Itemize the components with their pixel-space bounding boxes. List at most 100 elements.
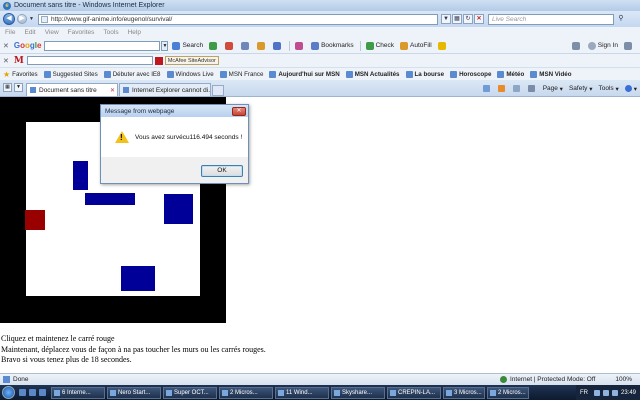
siteadvisor-button[interactable]: McAfee SiteAdvisor	[164, 56, 219, 65]
mcafee-search-icon[interactable]	[154, 56, 163, 65]
clock[interactable]: 23:49	[621, 390, 636, 396]
pencil-icon[interactable]	[437, 41, 448, 50]
google-search-button[interactable]: Search	[172, 41, 203, 50]
fav-msn-actualites[interactable]: MSN Actualités	[345, 70, 400, 78]
dialog-message: Vous avez survécu116.494 seconds !	[135, 133, 243, 141]
search-icon[interactable]: ⚲	[616, 14, 626, 24]
address-dropdown-icon[interactable]: ▼	[440, 14, 451, 24]
tab-ie-cannot-display[interactable]: Internet Explorer cannot di...	[119, 83, 211, 96]
dialog-body: ! Vous avez survécu116.494 seconds !	[101, 117, 248, 157]
menu-help[interactable]: Help	[128, 29, 141, 36]
page-icon	[40, 15, 48, 23]
favorites-star-icon[interactable]: ★	[3, 70, 10, 79]
ok-button[interactable]: OK	[201, 165, 243, 177]
stop-icon[interactable]: ✕	[473, 14, 484, 24]
tab-list-icon[interactable]: ▼	[14, 83, 23, 92]
taskbar-item[interactable]: 2 Micros...	[487, 386, 529, 399]
status-text: Done	[13, 376, 29, 383]
taskbar-item[interactable]: 6 Interne...	[51, 386, 105, 399]
taskbar-item[interactable]: 3 Micros...	[443, 386, 485, 399]
address-bar[interactable]: http://www.gif-anime.info/eugenol/surviv…	[37, 13, 438, 25]
taskbar-item[interactable]: 11 Wind...	[275, 386, 329, 399]
sign-in-icon	[587, 41, 596, 50]
taskbar-item[interactable]: Nero Start...	[107, 386, 161, 399]
toolbar-icon-1[interactable]	[209, 41, 219, 50]
safety-menu[interactable]: Safety ▾	[569, 85, 593, 93]
check-button[interactable]: Check	[365, 41, 394, 50]
toolbar-icon-5[interactable]	[273, 41, 283, 50]
game-instructions: Cliquez et maintenez le carré rouge Main…	[1, 334, 266, 366]
window-title: Document sans titre - Windows Internet E…	[14, 2, 165, 9]
new-tab-button[interactable]	[212, 85, 224, 96]
autofill-button[interactable]: AutoFill	[400, 41, 432, 50]
quicklaunch-icon[interactable]	[29, 389, 36, 396]
quicklaunch-icon[interactable]	[39, 389, 46, 396]
menu-file[interactable]: File	[5, 29, 15, 36]
fav-debuter-ie8[interactable]: Débuter avec IE8	[103, 70, 161, 78]
close-tab-icon[interactable]: ✕	[110, 87, 115, 94]
toolbar-icon-4[interactable]	[257, 41, 267, 50]
back-arrow-icon[interactable]: ◀	[3, 13, 15, 25]
menu-favorites[interactable]: Favorites	[68, 29, 95, 36]
taskbar-item[interactable]: Super OCT...	[163, 386, 217, 399]
settings-wrench-icon[interactable]	[571, 41, 582, 50]
help-icon[interactable]: ▾	[624, 85, 637, 93]
fav-windows-live[interactable]: Windows Live	[166, 70, 214, 78]
address-text[interactable]: http://www.gif-anime.info/eugenol/surviv…	[51, 16, 437, 23]
toolbar-options-icon[interactable]	[624, 41, 634, 50]
dialog-close-icon[interactable]: ✕	[232, 106, 246, 116]
fav-msn-france[interactable]: MSN France	[219, 70, 263, 78]
google-search-input[interactable]	[44, 40, 161, 51]
spellcheck-icon	[365, 41, 374, 50]
fav-la-bourse[interactable]: La bourse	[405, 70, 444, 78]
fav-suggested-sites[interactable]: Suggested Sites	[43, 70, 98, 78]
start-button[interactable]	[2, 386, 15, 399]
favorites-button[interactable]: Favorites	[12, 71, 37, 78]
taskbar-item[interactable]: 2 Micros...	[219, 386, 273, 399]
search-icon	[172, 41, 181, 50]
tab-document-sans-titre[interactable]: Document sans titre ✕	[26, 83, 118, 96]
red-player-square[interactable]	[25, 210, 45, 230]
security-zone[interactable]: Internet | Protected Mode: Off	[499, 376, 595, 383]
live-search-input[interactable]: Live Search	[487, 13, 614, 25]
taskbar-item[interactable]: CREPIN-LA...	[387, 386, 441, 399]
mail-icon[interactable]	[512, 85, 522, 92]
page-menu[interactable]: Page ▾	[543, 85, 563, 93]
mcafee-search-input[interactable]	[26, 56, 153, 65]
close-toolbar-icon[interactable]: ✕	[3, 42, 9, 50]
toolbar-icon-3[interactable]	[241, 41, 251, 50]
menu-edit[interactable]: Edit	[24, 29, 35, 36]
forward-arrow-icon[interactable]: ▶	[17, 14, 27, 24]
tray-icon[interactable]	[593, 389, 600, 396]
tools-menu[interactable]: Tools ▾	[598, 85, 618, 93]
page-icon	[405, 70, 413, 78]
quicklaunch-icon[interactable]	[19, 389, 26, 396]
home-icon[interactable]	[482, 85, 492, 92]
refresh-icon[interactable]: ↻	[462, 14, 473, 24]
fav-aujourdhui-msn[interactable]: Aujourd'hui sur MSN	[269, 70, 340, 78]
page-icon	[497, 70, 505, 78]
toolbar-icon-6[interactable]	[295, 41, 305, 50]
tray-icon[interactable]	[611, 389, 618, 396]
bookmarks-button[interactable]: Bookmarks	[311, 41, 354, 50]
compatibility-view-icon[interactable]: ▦	[451, 14, 462, 24]
toolbar-icon-2[interactable]	[225, 41, 235, 50]
menu-tools[interactable]: Tools	[103, 29, 118, 36]
feeds-icon[interactable]	[497, 85, 507, 92]
history-dropdown-icon[interactable]: ▼	[29, 16, 34, 22]
google-dropdown-icon[interactable]: ▼	[161, 40, 169, 51]
tray-icon[interactable]	[602, 389, 609, 396]
print-icon[interactable]	[527, 85, 537, 92]
title-bar: e Document sans titre - Windows Internet…	[0, 0, 640, 11]
language-indicator[interactable]: FR	[580, 390, 588, 396]
quick-tabs-icon[interactable]: ▦	[3, 83, 12, 92]
taskbar-item[interactable]: Skyshare...	[331, 386, 385, 399]
fav-msn-video[interactable]: MSN Vidéo	[530, 70, 572, 78]
fav-meteo[interactable]: Météo	[497, 70, 524, 78]
page-icon	[30, 87, 36, 93]
fav-horoscope[interactable]: Horoscope	[450, 70, 491, 78]
menu-view[interactable]: View	[45, 29, 59, 36]
close-toolbar-icon[interactable]: ✕	[3, 57, 9, 65]
sign-in-button[interactable]: Sign In	[587, 41, 618, 50]
zoom-level[interactable]: 100%	[615, 376, 632, 383]
